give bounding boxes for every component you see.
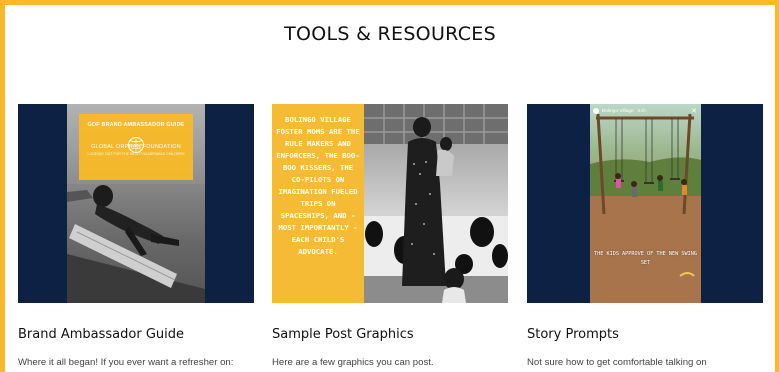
swing-set-illustration (590, 113, 701, 303)
card-title[interactable]: Sample Post Graphics (272, 327, 512, 342)
mother-and-child-illustration (364, 104, 508, 303)
story-account-name: Bolingo Village (602, 108, 634, 114)
account-avatar (593, 108, 599, 114)
card-thumbnail[interactable]: GOF BRAND AMBASSADOR GUIDE GLOBAL ORPHAN… (18, 104, 254, 303)
foster-mom-photo (364, 104, 508, 303)
resource-card-sample-post-graphics[interactable]: Bolingo Village foster moms are the rule… (272, 104, 508, 368)
close-icon: ✕ (691, 108, 697, 115)
card-title[interactable]: Story Prompts (527, 327, 767, 342)
page-title: TOOLS & RESOURCES (284, 23, 496, 45)
story-header: Bolingo Village 23h ✕ (590, 106, 701, 116)
guide-cover-image: GOF BRAND AMBASSADOR GUIDE GLOBAL ORPHAN… (67, 104, 205, 303)
page: TOOLS & RESOURCES GOF BRAND AMBASSADOR G… (5, 5, 775, 372)
globe-icon (128, 137, 144, 153)
guide-banner-title: GOF BRAND AMBASSADOR GUIDE (87, 122, 185, 128)
story-caption: THE KIDS APPROVE OF THE NEW SWING SET (593, 251, 698, 266)
resource-card-story-prompts[interactable]: Bolingo Village 23h ✕ THE KIDS APPROVE O… (527, 104, 763, 368)
card-description: Where it all began! If you ever want a r… (18, 357, 234, 368)
card-thumbnail[interactable]: Bolingo Village foster moms are the rule… (272, 104, 508, 303)
card-description: Here are a few graphics you can post. (272, 357, 434, 368)
quote-overlay: Bolingo Village foster moms are the rule… (272, 104, 364, 303)
card-description: Not sure how to get comfortable talking … (527, 357, 707, 368)
story-time: 23h (637, 108, 646, 114)
guide-banner: GOF BRAND AMBASSADOR GUIDE GLOBAL ORPHAN… (79, 114, 193, 180)
card-thumbnail[interactable]: Bolingo Village 23h ✕ THE KIDS APPROVE O… (527, 104, 763, 303)
instagram-story-preview: Bolingo Village 23h ✕ THE KIDS APPROVE O… (590, 104, 701, 303)
card-title[interactable]: Brand Ambassador Guide (18, 327, 258, 342)
resource-card-brand-ambassador-guide[interactable]: GOF BRAND AMBASSADOR GUIDE GLOBAL ORPHAN… (18, 104, 254, 368)
